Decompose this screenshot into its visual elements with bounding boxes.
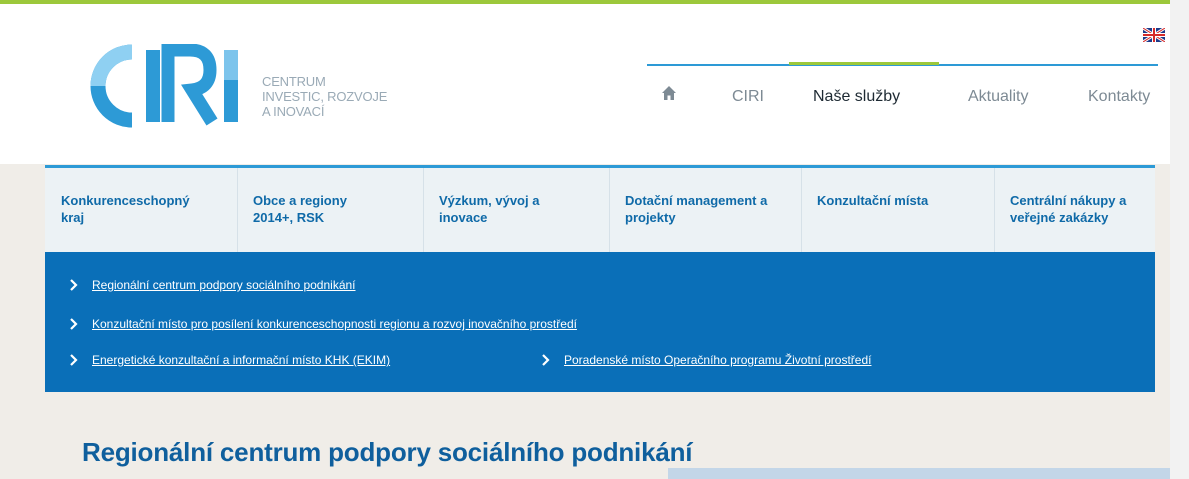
main-nav-label: Dotační management a projekty — [625, 193, 768, 225]
logo-subtitle: CENTRUM INVESTIC, ROZVOJE A INOVACÍ — [262, 74, 387, 119]
chevron-right-icon — [70, 354, 78, 366]
content-panel — [668, 468, 1170, 479]
ciri-logo-mark — [90, 44, 238, 128]
main-nav-label: Konkurenceschopný kraj — [61, 193, 190, 225]
chevron-right-icon — [542, 354, 550, 366]
sub-nav-link-socialni-podnikani[interactable]: Regionální centrum podpory sociálního po… — [92, 278, 356, 292]
main-nav-label: Obce a regiony 2014+, RSK — [253, 193, 347, 225]
ciri-logo[interactable]: CENTRUM INVESTIC, ROZVOJE A INOVACÍ — [70, 44, 390, 129]
main-nav-obce-a-regiony[interactable]: Obce a regiony 2014+, RSK — [237, 168, 424, 255]
uk-flag-icon[interactable] — [1143, 28, 1165, 42]
main-nav: Konkurenceschopný kraj Obce a regiony 20… — [45, 165, 1155, 255]
top-nav: CIRI Naše služby Aktuality Kontakty — [647, 66, 1167, 126]
main-nav-label: Výzkum, vývoj a inovace — [439, 193, 540, 225]
main-nav-dotacni-management[interactable]: Dotační management a projekty — [609, 168, 802, 255]
top-nav-ciri[interactable]: CIRI — [732, 88, 764, 106]
sub-nav-link-konkurenceschopnost[interactable]: Konzultační místo pro posílení konkurenc… — [92, 317, 577, 331]
main-nav-konkurenceschopny-kraj[interactable]: Konkurenceschopný kraj — [45, 168, 238, 255]
page-title: Regionální centrum podpory sociálního po… — [82, 437, 693, 467]
home-icon[interactable] — [661, 85, 677, 101]
main-nav-label: Centrální nákupy a veřejné zakázky — [1010, 193, 1127, 225]
top-nav-nase-sluzby[interactable]: Naše služby — [813, 88, 900, 106]
sub-nav: Regionální centrum podpory sociálního po… — [45, 252, 1155, 392]
main-nav-centralni-nakupy[interactable]: Centrální nákupy a veřejné zakázky — [994, 168, 1155, 255]
sub-nav-link-ekim[interactable]: Energetické konzultační a informační mís… — [92, 353, 390, 367]
site-header: CENTRUM INVESTIC, ROZVOJE A INOVACÍ CIRI… — [0, 4, 1170, 164]
main-nav-label: Konzultační místa — [817, 193, 929, 208]
top-nav-active-indicator — [789, 62, 939, 65]
main-nav-konzultacni-mista[interactable]: Konzultační místa — [801, 168, 995, 255]
chevron-right-icon — [70, 318, 78, 330]
top-nav-kontakty[interactable]: Kontakty — [1088, 88, 1150, 106]
chevron-right-icon — [70, 279, 78, 291]
logo-subtitle-line-2: INVESTIC, ROZVOJE — [262, 89, 388, 104]
logo-subtitle-line-3: A INOVACÍ — [262, 104, 325, 119]
scrollbar-track[interactable] — [1170, 0, 1189, 479]
top-nav-aktuality[interactable]: Aktuality — [968, 88, 1028, 106]
main-nav-vyzkum-vyvoj[interactable]: Výzkum, vývoj a inovace — [423, 168, 610, 255]
sub-nav-link-zivotni-prostredi[interactable]: Poradenské místo Operačního programu Živ… — [564, 353, 871, 367]
logo-subtitle-line-1: CENTRUM — [262, 74, 326, 89]
